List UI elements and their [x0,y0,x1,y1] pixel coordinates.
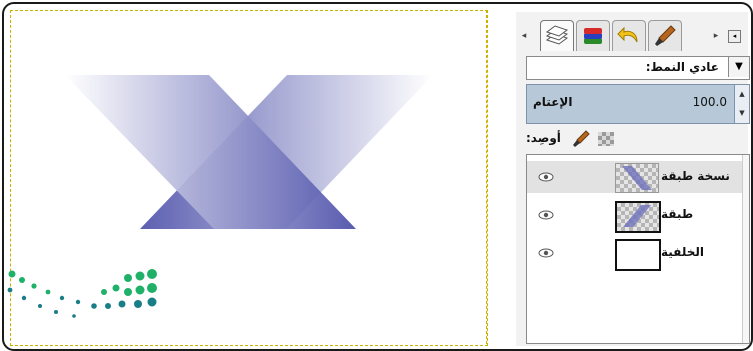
mode-label: عادي النمط: [645,60,719,74]
spin-down-icon[interactable]: ▼ [735,104,749,123]
lock-pixels-brush-icon[interactable] [572,130,590,148]
layer-name: الخلفية [661,245,704,259]
dock-menu-icon[interactable]: ◂ [728,30,741,43]
tab-scroll-right-icon[interactable]: ▸ [710,30,722,42]
brush-icon [655,25,676,46]
undo-arrow-icon [617,26,638,43]
opacity-stepper[interactable]: ▲ ▼ [734,85,749,123]
layer-row-layer[interactable]: طبقة [527,199,749,233]
lock-label: أوصِد: [526,131,561,145]
opacity-label: الإعتام [533,95,573,109]
tab-scroll-left-icon[interactable]: ◂ [518,30,530,42]
eye-visibility-icon[interactable] [537,247,555,259]
tab-undo-history[interactable] [612,20,646,51]
layer-thumbnail [615,163,659,193]
tab-channels[interactable] [576,20,610,51]
layers-dock-panel: ◂ ▸ ◂ عادي النمط: ▼ الإعتام 100.0 ▲ ▼ أو… [516,12,750,346]
spin-up-icon[interactable]: ▲ [735,85,749,104]
ministry-logo [7,269,157,318]
layer-thumbnail [615,239,661,271]
tab-brushes[interactable] [648,20,682,51]
layers-icon [545,25,569,45]
screenshot-frame: ◂ ▸ ◂ عادي النمط: ▼ الإعتام 100.0 ▲ ▼ أو… [2,2,753,351]
layers-scrollbar[interactable] [742,155,749,343]
eye-visibility-icon[interactable] [537,171,555,183]
lock-row: أوصِد: [526,128,748,150]
channels-icon [584,28,602,44]
chevron-down-icon[interactable]: ▼ [728,57,749,77]
layer-row-background[interactable]: الخلفية [527,237,749,271]
tab-layers[interactable] [540,20,574,51]
dock-tab-bar: ◂ ▸ ◂ [516,18,748,52]
opacity-value[interactable]: 100.0 [693,95,727,109]
layer-thumbnail-art [623,205,651,227]
eye-visibility-icon[interactable] [537,209,555,221]
layer-thumbnail [615,201,661,233]
layers-list: نسخة طبقة طبقة الخلفية [526,154,750,344]
canvas-guide-line [486,10,487,344]
layer-name: نسخة طبقة [661,169,730,183]
layer-name: طبقة [661,207,694,221]
opacity-spinner[interactable]: الإعتام 100.0 ▲ ▼ [526,84,750,124]
mode-select[interactable]: عادي النمط: ▼ [526,56,750,80]
lock-alpha-checker-icon[interactable] [598,132,614,146]
layer-row-copy[interactable]: نسخة طبقة [527,161,749,193]
layer-thumbnail-art [622,166,652,190]
